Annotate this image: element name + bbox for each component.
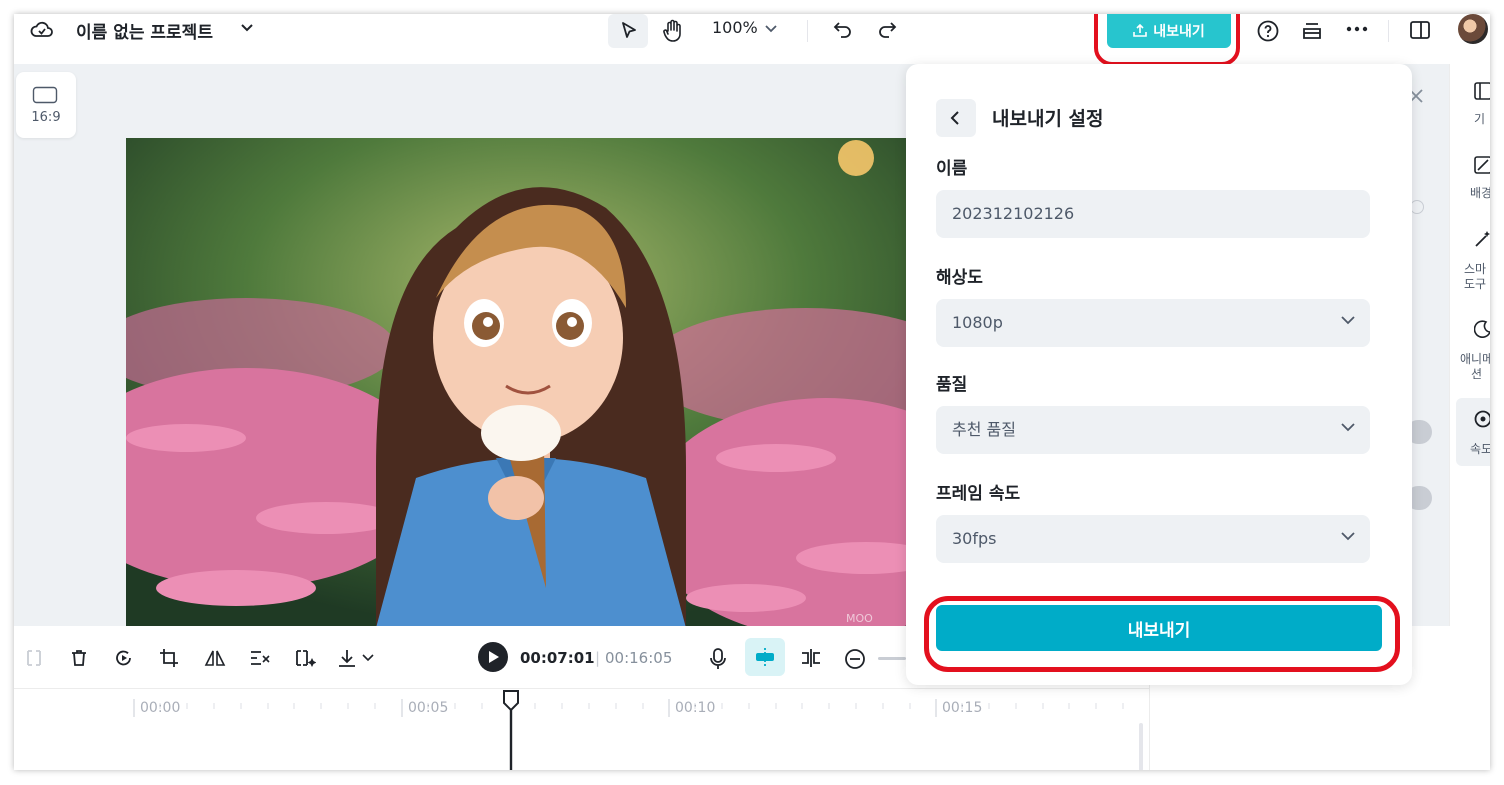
auto-snap-button[interactable] xyxy=(745,638,785,676)
play-icon xyxy=(489,651,499,663)
quality-select[interactable]: 추천 품질 xyxy=(936,406,1370,454)
zoom-out-icon[interactable] xyxy=(844,648,866,670)
microphone-icon[interactable] xyxy=(708,648,728,670)
crop-icon[interactable] xyxy=(159,648,179,668)
sidebar-item-speed[interactable]: 속도 xyxy=(1456,398,1490,466)
animation-icon[interactable] xyxy=(1474,320,1490,338)
chevron-left-icon xyxy=(950,111,959,125)
divider xyxy=(807,20,808,42)
avatar[interactable] xyxy=(1458,14,1488,44)
name-value: 202312102126 xyxy=(952,204,1075,223)
flip-icon[interactable] xyxy=(204,648,226,668)
delete-icon[interactable] xyxy=(69,648,89,668)
timeline-tick: 00:10 xyxy=(675,700,716,716)
chevron-down-icon xyxy=(1341,532,1355,541)
layout-icon[interactable] xyxy=(1474,82,1490,100)
resolution-label: 해상도 xyxy=(936,268,983,288)
video-preview[interactable]: MOO xyxy=(126,138,926,628)
underlying-property-field xyxy=(1412,132,1432,172)
right-sidebar: 기 배경 스마 도구 애니메 션 속도 xyxy=(1449,64,1490,770)
hand-tool-button[interactable] xyxy=(654,14,690,48)
framerate-select[interactable]: 30fps xyxy=(936,515,1370,563)
sidebar-item-label: 애니메 션 xyxy=(1460,352,1490,381)
total-time: 00:16:05 xyxy=(605,649,673,667)
chevron-down-icon[interactable] xyxy=(240,23,254,33)
timeline-tick: 00:15 xyxy=(942,700,983,716)
remove-background-icon[interactable] xyxy=(249,648,271,668)
highlight-ring-export xyxy=(924,596,1400,672)
framerate-value: 30fps xyxy=(952,529,997,548)
select-tool-button[interactable] xyxy=(608,14,648,48)
video-frame-illustration: MOO xyxy=(126,138,926,628)
smart-cut-icon[interactable] xyxy=(294,648,316,668)
background-icon[interactable] xyxy=(1474,156,1490,174)
magic-wand-icon[interactable] xyxy=(1474,230,1490,248)
quality-value: 추천 품질 xyxy=(952,420,1016,439)
redo-icon[interactable] xyxy=(876,18,898,40)
speed-icon xyxy=(1474,410,1490,428)
layers-icon[interactable] xyxy=(1301,20,1323,42)
aspect-ratio-icon xyxy=(32,86,58,104)
playhead[interactable] xyxy=(502,690,520,770)
name-field[interactable]: 202312102126 xyxy=(936,190,1370,238)
chevron-down-icon xyxy=(1341,423,1355,432)
split-clip-icon[interactable] xyxy=(800,648,822,668)
undo-icon[interactable] xyxy=(832,18,854,40)
aspect-ratio-button[interactable]: 16:9 xyxy=(16,72,76,138)
underlying-property-field xyxy=(1412,262,1432,302)
name-label: 이름 xyxy=(936,159,968,179)
underlying-radio xyxy=(1410,200,1424,214)
help-icon[interactable] xyxy=(1256,19,1280,43)
highlight-ring-top xyxy=(1094,14,1240,66)
back-button[interactable] xyxy=(936,99,976,137)
zoom-level[interactable]: 100% xyxy=(712,18,758,37)
zoom-slider[interactable] xyxy=(878,657,906,660)
divider xyxy=(1388,20,1389,42)
resolution-select[interactable]: 1080p xyxy=(936,299,1370,347)
zoom-chevron-icon[interactable] xyxy=(764,24,778,34)
panel-toggle-icon[interactable] xyxy=(1409,19,1431,41)
resolution-value: 1080p xyxy=(952,313,1003,332)
snap-icon xyxy=(756,648,774,666)
sidebar-item-label: 스마 도구 xyxy=(1464,262,1487,291)
panel-title: 내보내기 설정 xyxy=(992,108,1104,130)
current-time: 00:07:01 xyxy=(520,649,595,667)
replay-icon[interactable] xyxy=(114,648,134,668)
export-settings-panel: 내보내기 설정 이름 202312102126 해상도 1080p 품질 추천 … xyxy=(906,64,1412,685)
aspect-ratio-label: 16:9 xyxy=(31,110,61,125)
quality-label: 품질 xyxy=(936,375,968,395)
project-title[interactable]: 이름 없는 프로젝트 xyxy=(76,18,213,43)
timeline-tick: 00:05 xyxy=(408,700,449,716)
split-icon[interactable] xyxy=(24,648,44,668)
underlying-property-field xyxy=(1412,338,1432,378)
sidebar-item-label: 기 xyxy=(1474,112,1486,126)
more-icon[interactable] xyxy=(1346,26,1368,32)
cloud-icon[interactable] xyxy=(30,20,54,40)
time-separator: | xyxy=(595,649,601,667)
sidebar-item-label: 배경 xyxy=(1470,186,1490,200)
watermark: MOO xyxy=(846,612,873,625)
framerate-label: 프레임 속도 xyxy=(936,484,1021,504)
app-window: 이름 없는 프로젝트 100% 내보내기 16:9 MOO 기 배경 스마 도구… xyxy=(14,14,1490,770)
chevron-down-icon[interactable] xyxy=(362,654,374,662)
download-icon[interactable] xyxy=(336,648,358,668)
play-button[interactable] xyxy=(478,642,508,672)
sidebar-item-label: 속도 xyxy=(1470,442,1490,456)
timeline-tick: 00:00 xyxy=(140,700,181,716)
chevron-down-icon xyxy=(1341,316,1355,325)
top-bar: 이름 없는 프로젝트 100% 내보내기 xyxy=(14,14,1490,66)
